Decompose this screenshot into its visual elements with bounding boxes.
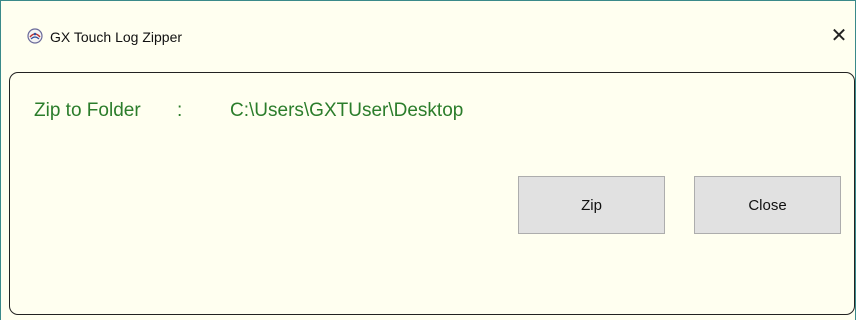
zip-folder-label: Zip to Folder [34,100,141,121]
app-logo-icon [27,28,43,44]
label-separator: : [177,100,183,121]
app-window: GX Touch Log Zipper ✕ Zip to Folder : C:… [0,0,856,320]
title-bar[interactable]: GX Touch Log Zipper ✕ [1,1,855,65]
close-icon[interactable]: ✕ [827,23,851,47]
close-button[interactable]: Close [694,176,841,234]
zip-folder-path: C:\Users\GXTUser\Desktop [230,100,464,121]
window-title: GX Touch Log Zipper [50,29,183,45]
zip-button[interactable]: Zip [518,176,665,234]
